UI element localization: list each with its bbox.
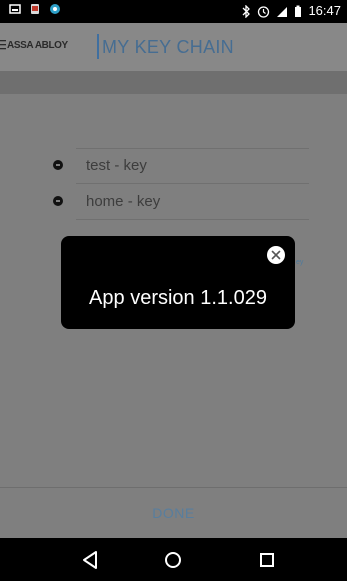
page-title: MY KEY CHAIN	[102, 37, 234, 57]
status-bar: 16:47	[0, 0, 347, 23]
status-left-icons	[9, 3, 61, 15]
battery-icon	[295, 5, 302, 17]
done-button[interactable]: DONE	[0, 488, 347, 538]
list-item-home-key[interactable]: home - key	[0, 184, 347, 220]
brand-logo: ASSA ABLOY	[7, 39, 68, 52]
back-icon[interactable]	[78, 548, 102, 572]
menu-icon[interactable]	[0, 39, 6, 51]
recents-icon[interactable]	[255, 548, 279, 572]
list-item-test-key[interactable]: test - key	[0, 148, 347, 184]
screenshot-icon	[9, 4, 21, 14]
navigation-bar	[0, 538, 347, 581]
app-version-dialog: App version 1.1.029	[61, 236, 295, 329]
key-bullet-icon	[53, 196, 63, 206]
key-label: home - key	[86, 193, 161, 210]
close-button[interactable]	[267, 246, 285, 264]
status-right-icons: 16:47	[242, 3, 341, 19]
app-header: ASSA ABLOY MY KEY CHAIN	[0, 23, 347, 71]
sub-header-bar	[0, 71, 347, 94]
browser-icon	[50, 4, 60, 14]
status-time: 16:47	[308, 3, 341, 18]
list-divider	[76, 148, 309, 149]
bluetooth-icon	[242, 4, 251, 18]
signal-icon	[277, 6, 288, 17]
background-link: ey	[296, 259, 304, 266]
header-divider	[97, 34, 99, 59]
list-divider	[76, 219, 309, 220]
alarm-icon	[258, 5, 270, 18]
close-icon	[271, 250, 281, 260]
home-icon[interactable]	[161, 548, 185, 572]
dialog-message: App version 1.1.029	[89, 287, 267, 309]
notification-app-icon	[31, 4, 39, 14]
key-label: test - key	[86, 157, 147, 174]
key-bullet-icon	[53, 160, 63, 170]
